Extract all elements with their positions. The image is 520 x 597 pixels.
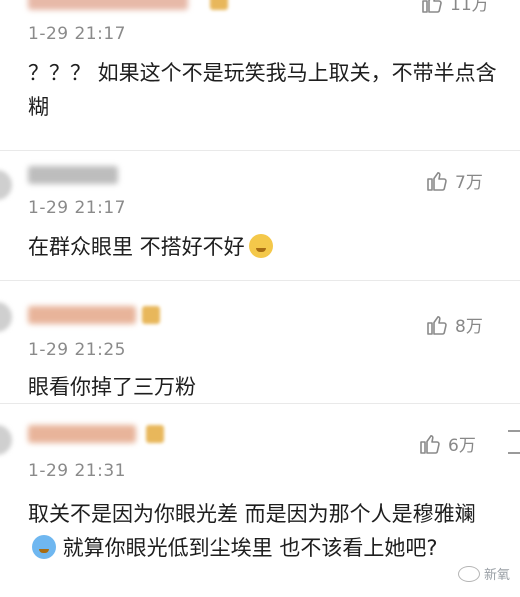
logo-icon [457,565,480,582]
like-count: 11万 [450,0,489,15]
thumbs-up-icon [420,434,440,454]
watermark-text: 新氧 [483,568,510,583]
comment-text: 取关不是因为你眼光差 而是因为那个人是穆雅斓 [28,502,476,526]
comment-item: 1-29 21:17 11万 ？？？ 如果这个不是玩笑我马上取关，不带半点含糊 [0,0,520,150]
comment-text: ？？？ 如果这个不是玩笑我马上取关，不带半点含糊 [28,61,497,119]
username-blurred[interactable] [28,166,118,184]
comment-text-row: 在群众眼里 不搭好不好 [28,230,498,264]
avatar[interactable] [0,425,12,455]
comment-time: 1-29 21:25 [28,340,126,360]
comment-text-row: 取关不是因为你眼光差 而是因为那个人是穆雅斓 就算你眼光低到尘埃里 也不该看上她… [28,497,498,565]
comment-time: 1-29 21:17 [28,24,126,44]
user-badge-icon [142,306,160,324]
avatar[interactable] [0,170,12,200]
user-badge-icon [210,0,228,10]
like-count: 7万 [455,173,483,193]
like-button[interactable]: 8万 [425,312,483,337]
comment-time: 1-29 21:17 [28,198,126,218]
user-badge-icon [146,425,164,443]
like-button[interactable]: 7万 [425,168,483,193]
watermark: 新氧 [457,564,510,583]
comment-text: 眼看你掉了三万粉 [28,375,196,399]
thumbs-up-icon [427,171,447,191]
comment-time: 1-29 21:31 [28,461,126,481]
divider [0,403,520,404]
like-count: 6万 [448,436,476,456]
like-count: 8万 [455,317,483,337]
username-blurred[interactable] [28,306,136,324]
username-blurred[interactable] [28,425,136,443]
comment-text-continued: 就算你眼光低到尘埃里 也不该看上她吧? [56,536,438,560]
emoji-icon [248,234,273,258]
comment-item: 1-29 21:31 6万 取关不是因为你眼光差 而是因为那个人是穆雅斓 就算你… [0,403,520,597]
share-icon[interactable] [508,430,520,454]
like-button[interactable]: 11万 [420,0,489,15]
comment-item: 1-29 21:25 8万 眼看你掉了三万粉 [0,280,520,403]
thumbs-up-icon [427,315,447,335]
comment-text: 在群众眼里 不搭好不好 [28,235,245,259]
thumbs-up-icon [422,0,442,13]
username-blurred[interactable] [28,0,188,10]
divider [0,280,520,281]
like-button[interactable]: 6万 [418,431,476,456]
divider [0,150,520,151]
comment-item: 1-29 21:17 7万 在群众眼里 不搭好不好 [0,150,520,280]
avatar[interactable] [0,302,12,332]
emoji-icon [32,535,56,559]
